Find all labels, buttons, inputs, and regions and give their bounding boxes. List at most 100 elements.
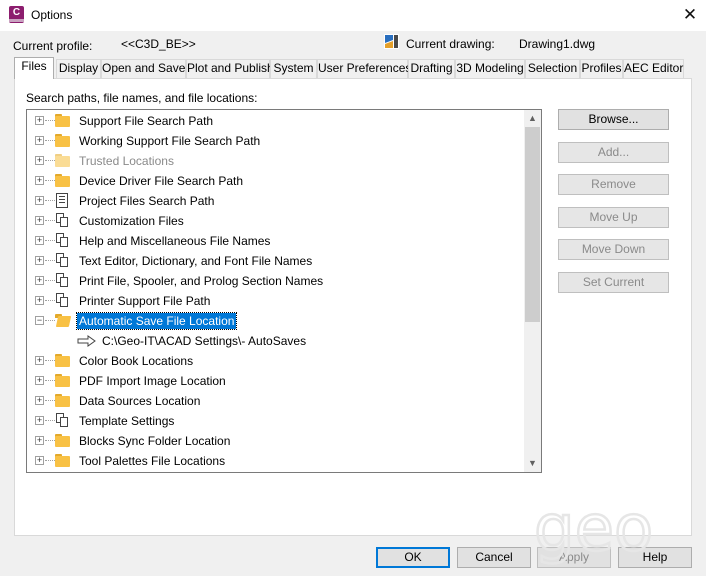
set-current-button[interactable]: Set Current xyxy=(558,272,669,293)
current-profile-label: Current profile: xyxy=(13,39,93,53)
tab-system[interactable]: System xyxy=(270,59,317,78)
tree-item-label: PDF Import Image Location xyxy=(79,374,226,388)
tree-item-color-book-locations[interactable]: + Color Book Locations xyxy=(27,351,524,371)
files-icon xyxy=(55,273,70,289)
tree-item-print-file-spooler-prolog[interactable]: + Print File, Spooler, and Prolog Sectio… xyxy=(27,271,524,291)
tree-item-help-and-misc-file-names[interactable]: + Help and Miscellaneous File Names xyxy=(27,231,524,251)
expand-icon[interactable]: + xyxy=(35,256,44,265)
tree-item-device-driver-file-search-path[interactable]: + Device Driver File Search Path xyxy=(27,171,524,191)
file-locations-tree[interactable]: + Support File Search Path + Working Sup… xyxy=(26,109,542,473)
window-title: Options xyxy=(31,8,73,22)
expand-icon[interactable]: + xyxy=(35,116,44,125)
tree-vertical-scrollbar[interactable]: ▲ ▼ xyxy=(524,110,541,472)
folder-icon xyxy=(55,354,70,367)
title-bar: C Options ✕ xyxy=(0,0,706,31)
tree-item-tool-palettes-file-locations[interactable]: + Tool Palettes File Locations xyxy=(27,451,524,471)
tree-item-customization-files[interactable]: + Customization Files xyxy=(27,211,524,231)
tab-files[interactable]: Files xyxy=(14,57,54,79)
folder-icon xyxy=(55,134,70,147)
tree-item-trusted-locations[interactable]: + Trusted Locations xyxy=(27,151,524,171)
tree-item-printer-support-file-path[interactable]: + Printer Support File Path xyxy=(27,291,524,311)
civil3d-app-icon: C xyxy=(9,6,24,23)
tab-drafting[interactable]: Drafting xyxy=(408,59,455,78)
expand-icon[interactable]: + xyxy=(35,176,44,185)
expand-icon[interactable]: + xyxy=(35,436,44,445)
tree-item-support-file-search-path[interactable]: + Support File Search Path xyxy=(27,111,524,131)
ok-button[interactable]: OK xyxy=(376,547,450,568)
expand-icon[interactable]: + xyxy=(35,236,44,245)
files-icon xyxy=(55,293,70,309)
tree-item-label: Text Editor, Dictionary, and Font File N… xyxy=(79,254,313,268)
move-up-button[interactable]: Move Up xyxy=(558,207,669,228)
tree-item-project-files-search-path[interactable]: + Project Files Search Path xyxy=(27,191,524,211)
expand-icon[interactable]: + xyxy=(35,416,44,425)
tree-item-label: Support File Search Path xyxy=(79,114,214,128)
expand-icon[interactable]: + xyxy=(35,356,44,365)
tab-display[interactable]: Display xyxy=(56,59,101,78)
profile-row: Current profile: <<C3D_BE>> Current draw… xyxy=(0,34,706,53)
tree-item-blocks-sync-folder-location[interactable]: + Blocks Sync Folder Location xyxy=(27,431,524,451)
files-icon xyxy=(55,253,70,269)
tree-item-label: Project Files Search Path xyxy=(79,194,215,208)
scroll-down-arrow-icon[interactable]: ▼ xyxy=(524,455,541,472)
folder-icon xyxy=(55,174,70,187)
tree-item-label: Print File, Spooler, and Prolog Section … xyxy=(79,274,324,288)
tree-item-label: Help and Miscellaneous File Names xyxy=(79,234,271,248)
expand-icon[interactable]: + xyxy=(35,456,44,465)
folder-icon xyxy=(55,154,70,167)
tree-item-text-editor-dictionary-font[interactable]: + Text Editor, Dictionary, and Font File… xyxy=(27,251,524,271)
tree-item-label: Tool Palettes File Locations xyxy=(79,454,226,468)
remove-button[interactable]: Remove xyxy=(558,174,669,195)
tree-item-working-support-file-search-path[interactable]: + Working Support File Search Path xyxy=(27,131,524,151)
tree-child-autosave-path[interactable]: C:\Geo-IT\ACAD Settings\- AutoSaves xyxy=(27,331,524,351)
browse-button[interactable]: Browse... xyxy=(558,109,669,130)
tab-selection[interactable]: Selection xyxy=(525,59,580,78)
expand-icon[interactable]: + xyxy=(35,136,44,145)
files-icon xyxy=(55,413,70,429)
tree-item-automatic-save-file-location[interactable]: − Automatic Save File Location xyxy=(27,311,524,331)
scroll-up-arrow-icon[interactable]: ▲ xyxy=(524,110,541,127)
project-files-icon xyxy=(56,193,68,208)
tab-3d-modeling[interactable]: 3D Modeling xyxy=(455,59,525,78)
collapse-icon[interactable]: − xyxy=(35,316,44,325)
tree-item-label: Trusted Locations xyxy=(79,154,174,168)
expand-icon[interactable]: + xyxy=(35,276,44,285)
tree-item-label: Color Book Locations xyxy=(79,354,194,368)
expand-icon[interactable]: + xyxy=(35,216,44,225)
tree-item-label: Printer Support File Path xyxy=(79,294,211,308)
folder-icon xyxy=(55,374,70,387)
close-icon[interactable]: ✕ xyxy=(680,5,700,25)
scrollbar-thumb[interactable] xyxy=(525,127,540,322)
files-tab-panel: Search paths, file names, and file locat… xyxy=(14,78,692,536)
current-profile-value: <<C3D_BE>> xyxy=(121,37,196,51)
tree-item-pdf-import-image-location[interactable]: + PDF Import Image Location xyxy=(27,371,524,391)
folder-icon xyxy=(55,434,70,447)
tab-user-preferences[interactable]: User Preferences xyxy=(317,59,411,78)
expand-icon[interactable]: + xyxy=(35,296,44,305)
folder-icon xyxy=(55,454,70,467)
tab-aec-editor[interactable]: AEC Editor xyxy=(623,59,684,78)
expand-icon[interactable]: + xyxy=(35,396,44,405)
current-drawing-value: Drawing1.dwg xyxy=(519,37,596,51)
svg-text:geo: geo xyxy=(534,495,653,565)
move-down-button[interactable]: Move Down xyxy=(558,239,669,260)
tree-item-label: Customization Files xyxy=(79,214,184,228)
tab-open-and-save[interactable]: Open and Save xyxy=(101,59,186,78)
tree-item-data-sources-location[interactable]: + Data Sources Location xyxy=(27,391,524,411)
folder-icon xyxy=(55,114,70,127)
tree-item-label-selected: Automatic Save File Location xyxy=(75,312,238,330)
cancel-button[interactable]: Cancel xyxy=(457,547,531,568)
autosave-path-value: C:\Geo-IT\ACAD Settings\- AutoSaves xyxy=(102,334,307,348)
add-button[interactable]: Add... xyxy=(558,142,669,163)
expand-icon[interactable]: + xyxy=(35,376,44,385)
folder-icon xyxy=(55,394,70,407)
files-icon xyxy=(55,233,70,249)
tab-plot-and-publish[interactable]: Plot and Publish xyxy=(186,59,274,78)
expand-icon[interactable]: + xyxy=(35,156,44,165)
tab-profiles[interactable]: Profiles xyxy=(580,59,623,78)
tree-item-label: Device Driver File Search Path xyxy=(79,174,244,188)
tree-item-label: Working Support File Search Path xyxy=(79,134,261,148)
geo-watermark-logo: geo xyxy=(533,495,655,565)
tree-item-template-settings[interactable]: + Template Settings xyxy=(27,411,524,431)
expand-icon[interactable]: + xyxy=(35,196,44,205)
